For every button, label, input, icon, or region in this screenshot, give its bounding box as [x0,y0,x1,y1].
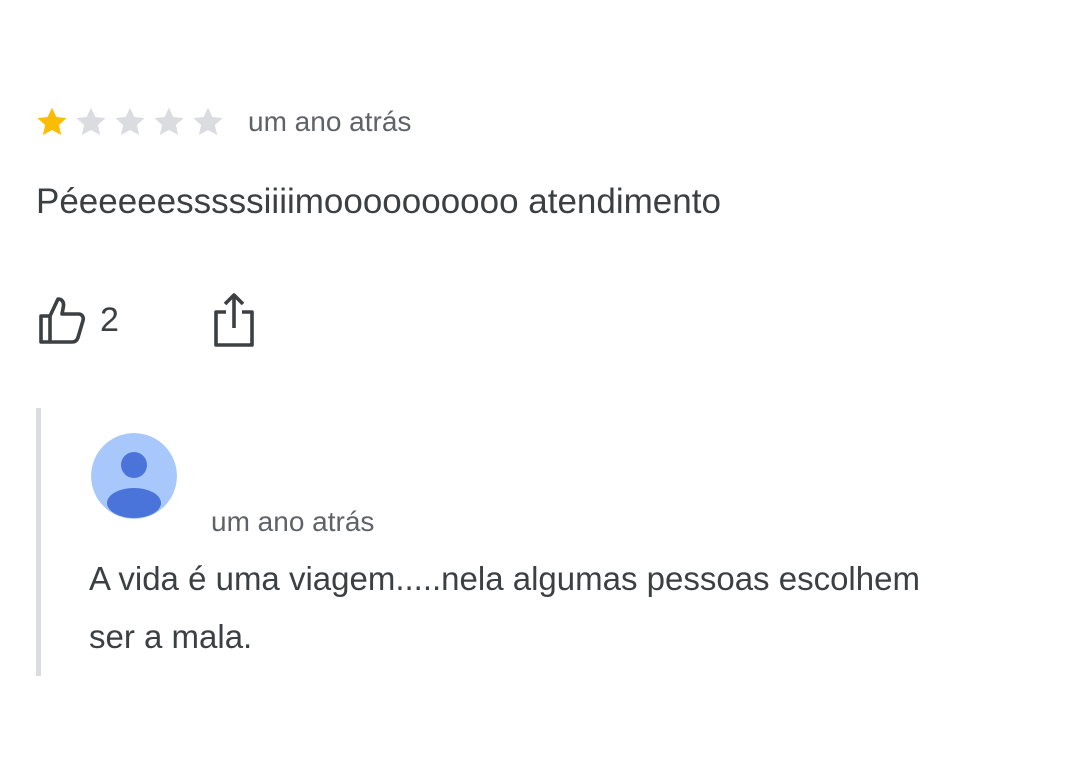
review-actions: 2 [36,290,259,350]
star-empty-icon [190,104,226,140]
like-count: 2 [100,301,119,339]
owner-reply: um ano atrás A vida é uma viagem.....nel… [36,408,1001,676]
star-empty-icon [73,104,109,140]
share-button[interactable] [209,292,259,348]
star-empty-icon [151,104,187,140]
star-filled-icon [34,104,70,140]
thumbs-up-icon [36,293,90,347]
reply-text: A vida é uma viagem.....nela algumas pes… [89,560,920,655]
like-button[interactable]: 2 [36,290,119,350]
share-icon [209,292,259,348]
review-text: Péeeeeesssssiiiimoooooooooo atendimento [36,182,721,221]
star-rating [34,104,229,140]
rating-row: um ano atrás [34,100,411,144]
review-card: um ano atrás Péeeeeesssssiiiimoooooooooo… [0,0,1078,774]
star-empty-icon [112,104,148,140]
review-timestamp: um ano atrás [248,106,412,137]
reply-timestamp: um ano atrás [211,506,375,537]
person-avatar-icon [91,433,177,519]
